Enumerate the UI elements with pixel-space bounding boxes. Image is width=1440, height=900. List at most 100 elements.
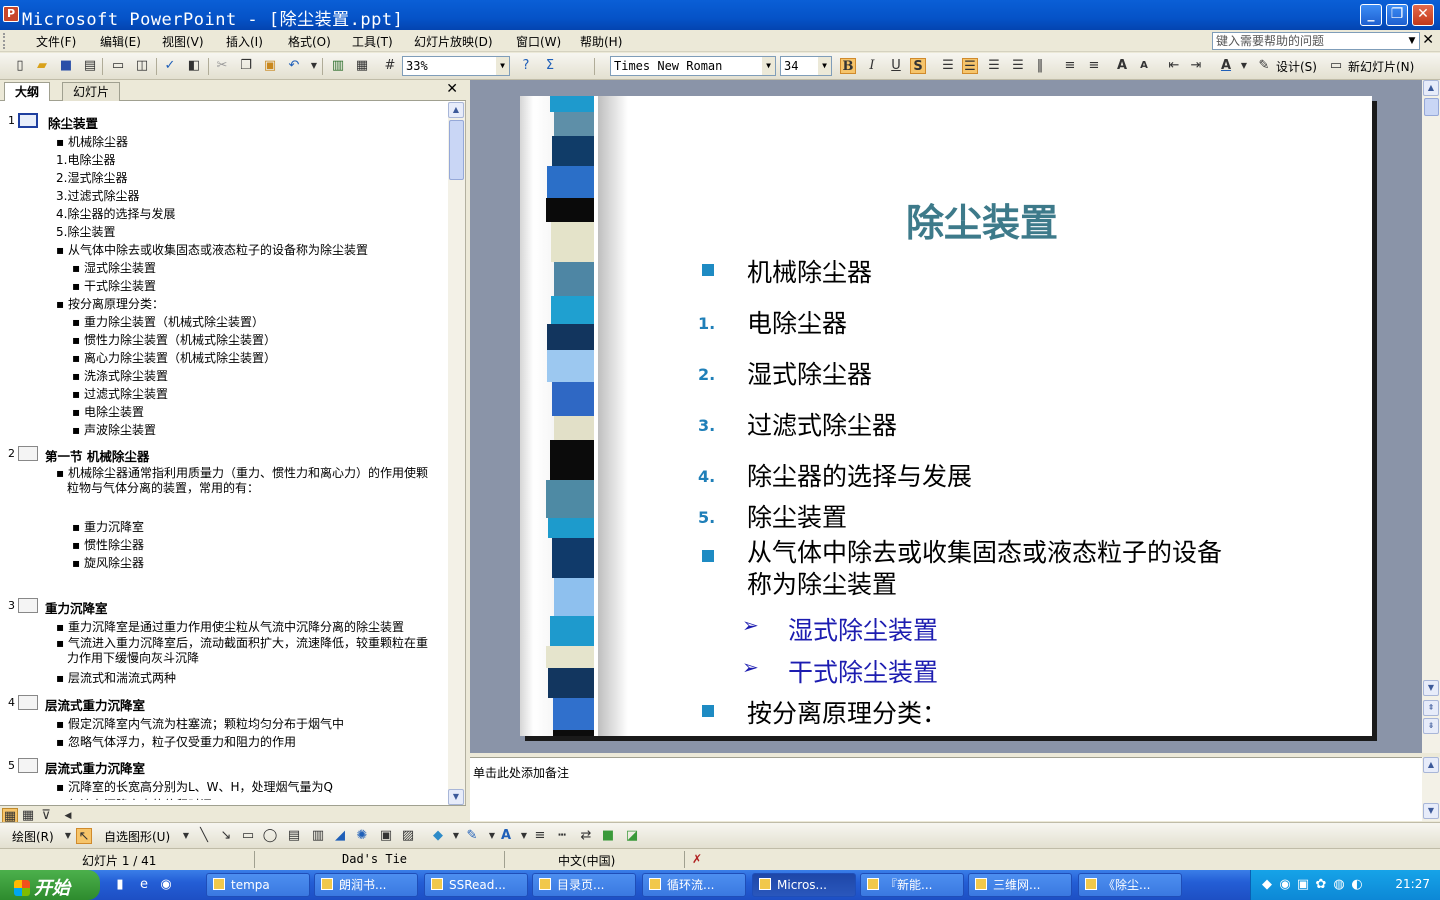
slide-scrollbar[interactable]: ▲ ▼ ⇞ ⇟ bbox=[1422, 80, 1440, 753]
3d-style-icon[interactable]: ◪ bbox=[624, 828, 640, 844]
outline-item[interactable]: 2.湿式除尘器 bbox=[56, 169, 127, 186]
scroll-up-icon[interactable]: ▲ bbox=[448, 102, 464, 118]
line-style-icon[interactable]: ≡ bbox=[532, 828, 548, 844]
arrow-icon[interactable]: ↘ bbox=[218, 828, 234, 844]
outline-item[interactable]: ▪ 电除尘装置 bbox=[72, 403, 144, 420]
outline-item[interactable]: ▪ 机械除尘器通常指利用质量力（重力、惯性力和离心力）的作用使颗粒物与气体分离的… bbox=[56, 466, 436, 496]
outline-item[interactable]: ▪ 沉降室的长宽高分别为L、W、H，处理烟气量为Q bbox=[56, 778, 333, 795]
italic-button[interactable]: I bbox=[864, 58, 880, 74]
menu-edit[interactable]: 编辑(E) bbox=[100, 33, 141, 50]
show-desktop-icon[interactable]: ▮ bbox=[112, 877, 128, 893]
help-icon[interactable]: ? bbox=[518, 58, 534, 74]
taskbar-window-button[interactable]: 三维网... bbox=[968, 873, 1072, 897]
start-button[interactable]: 开始 bbox=[0, 870, 100, 900]
outline-content[interactable]: 1 除尘装置 ▪ 机械除尘器 1.电除尘器 2.湿式除尘器 3.过滤式除尘器 4.除尘器的选… bbox=[0, 102, 448, 800]
outline-item[interactable]: ▪ 惯性力除尘装置（机械式除尘装置） bbox=[72, 331, 276, 348]
chevron-down-icon[interactable]: ▼ bbox=[178, 828, 194, 844]
menu-slideshow[interactable]: 幻灯片放映(D) bbox=[414, 33, 493, 50]
copy-icon[interactable]: ❐ bbox=[238, 58, 254, 74]
numbering-icon[interactable]: ≡ bbox=[1062, 58, 1078, 74]
outline-item[interactable]: ▪ 洗涤式除尘装置 bbox=[72, 367, 168, 384]
underline-button[interactable]: U bbox=[888, 58, 904, 74]
taskbar-window-button[interactable]: 循环流... bbox=[642, 873, 746, 897]
restore-button[interactable]: ❐ bbox=[1386, 4, 1408, 26]
rectangle-icon[interactable]: ▭ bbox=[240, 828, 256, 844]
outline-item[interactable]: ▪ 气流在沉降室内的停留时间 bbox=[56, 796, 212, 800]
font-color-icon[interactable]: A bbox=[498, 828, 514, 844]
chevron-down-icon[interactable]: ▼ bbox=[1405, 33, 1419, 49]
justify-icon[interactable]: ☰ bbox=[1010, 58, 1026, 74]
slide-subbullet-text[interactable]: 重力除尘装置（机械式除尘装置） bbox=[788, 732, 1163, 736]
new-slide-icon[interactable]: ▭ bbox=[1328, 58, 1344, 74]
slide-bullet-text[interactable]: 从气体中除去或收集固态或液态粒子的设备称为除尘装置 bbox=[747, 537, 1227, 601]
outline-slide-title[interactable]: 层流式重力沉降室 bbox=[45, 695, 145, 714]
next-slide-icon[interactable]: ⇟ bbox=[1423, 718, 1439, 734]
wordart-icon[interactable]: ◢ bbox=[332, 828, 348, 844]
chevron-down-icon[interactable]: ▼ bbox=[762, 57, 775, 75]
outline-slide-title[interactable]: 第一节 机械除尘器 bbox=[45, 446, 149, 465]
slide-title[interactable]: 除尘装置 bbox=[906, 192, 1058, 247]
spelling-icon[interactable]: ✓ bbox=[162, 58, 178, 74]
formula-icon[interactable]: Σ bbox=[542, 58, 558, 74]
scroll-thumb[interactable] bbox=[1424, 98, 1439, 116]
outline-item[interactable]: 3.过滤式除尘器 bbox=[56, 187, 139, 204]
outline-slide-title[interactable]: 重力沉降室 bbox=[45, 598, 108, 617]
outline-item[interactable]: ▪ 按分离原理分类： bbox=[56, 295, 164, 312]
menu-help[interactable]: 帮助(H) bbox=[580, 33, 622, 50]
tab-slides[interactable]: 幻灯片 bbox=[62, 82, 121, 101]
slide-bullet-text[interactable]: 电除尘器 bbox=[747, 304, 847, 340]
line-icon[interactable]: ╲ bbox=[196, 828, 212, 844]
outline-item[interactable]: ▪ 层流式和湍流式两种 bbox=[56, 669, 176, 686]
taskbar-window-button[interactable]: 目录页... bbox=[532, 873, 636, 897]
slide-bullet-text[interactable]: 过滤式除尘器 bbox=[747, 406, 897, 442]
design-icon[interactable]: ✎ bbox=[1256, 58, 1272, 74]
decrease-indent-icon[interactable]: ⇤ bbox=[1166, 58, 1182, 74]
chevron-down-icon[interactable]: ▼ bbox=[818, 57, 831, 75]
slide-editing-area[interactable]: 除尘装置 机械除尘器 1. 电除尘器 2. 湿式除尘器 3. 过滤式除尘器 4. 除尘器的选择与… bbox=[470, 80, 1422, 753]
align-right-icon[interactable]: ☰ bbox=[986, 58, 1002, 74]
paste-icon[interactable]: ▣ bbox=[262, 58, 278, 74]
shadow-button[interactable]: S bbox=[910, 58, 926, 74]
menu-tools[interactable]: 工具(T) bbox=[352, 33, 393, 50]
notes-scrollbar[interactable]: ▲ ▼ bbox=[1422, 757, 1440, 821]
increase-font-icon[interactable]: A bbox=[1114, 58, 1130, 74]
vertical-textbox-icon[interactable]: ▥ bbox=[310, 828, 326, 844]
dash-style-icon[interactable]: ┅ bbox=[554, 828, 570, 844]
help-search-input[interactable]: 键入需要帮助的问题 ▼ bbox=[1212, 32, 1420, 50]
slide-canvas[interactable]: 除尘装置 机械除尘器 1. 电除尘器 2. 湿式除尘器 3. 过滤式除尘器 4. 除尘器的选择与… bbox=[520, 96, 1372, 736]
outline-item[interactable]: ▪ 过滤式除尘装置 bbox=[72, 385, 168, 402]
scroll-down-icon[interactable]: ▼ bbox=[1423, 680, 1439, 696]
clipart-icon[interactable]: ▣ bbox=[378, 828, 394, 844]
tray-icon[interactable]: ◍ bbox=[1331, 877, 1347, 893]
outline-slide-icon[interactable] bbox=[18, 446, 38, 461]
taskbar-window-button[interactable]: 『新能... bbox=[860, 873, 964, 897]
scroll-thumb[interactable] bbox=[449, 120, 464, 180]
quicklaunch-icon[interactable]: ◉ bbox=[158, 877, 174, 893]
clock[interactable]: 21:27 bbox=[1395, 877, 1430, 891]
outline-item[interactable]: ▪ 假定沉降室内气流为柱塞流；颗粒均匀分布于烟气中 bbox=[56, 715, 344, 732]
menu-insert[interactable]: 插入(I) bbox=[226, 33, 263, 50]
font-family-select[interactable]: Times New Roman ▼ bbox=[610, 56, 776, 76]
previous-slide-icon[interactable]: ⇞ bbox=[1423, 700, 1439, 716]
new-document-icon[interactable]: ▯ bbox=[12, 58, 28, 74]
network-icon[interactable]: ▣ bbox=[1295, 877, 1311, 893]
show-grid-icon[interactable]: # bbox=[382, 58, 398, 74]
close-button[interactable]: ✕ bbox=[1412, 4, 1434, 26]
outline-item[interactable]: ▪ 重力沉降室 bbox=[72, 518, 144, 535]
outline-item[interactable]: ▪ 机械除尘器 bbox=[56, 133, 128, 150]
textbox-icon[interactable]: ▤ bbox=[286, 828, 302, 844]
menu-grip[interactable] bbox=[3, 33, 6, 49]
print-preview-icon[interactable]: ◫ bbox=[134, 58, 150, 74]
bullets-icon[interactable]: ≡ bbox=[1086, 58, 1102, 74]
fill-color-icon[interactable]: ◆ bbox=[430, 828, 446, 844]
powerpoint-app-icon[interactable]: P bbox=[3, 6, 19, 22]
font-color-dropdown-icon[interactable]: ▼ bbox=[1236, 58, 1252, 74]
autoshapes-button[interactable]: 自选图形(U) bbox=[104, 828, 170, 845]
tab-outline[interactable]: 大纲 bbox=[4, 82, 51, 101]
outline-item[interactable]: ▪ 湿式除尘装置 bbox=[72, 259, 156, 276]
oval-icon[interactable]: ◯ bbox=[262, 828, 278, 844]
decrease-font-icon[interactable]: A bbox=[1136, 58, 1152, 74]
scroll-up-icon[interactable]: ▲ bbox=[1423, 80, 1439, 96]
undo-dropdown-icon[interactable]: ▼ bbox=[306, 58, 322, 74]
slide-bullet-text[interactable]: 机械除尘器 bbox=[747, 253, 872, 289]
